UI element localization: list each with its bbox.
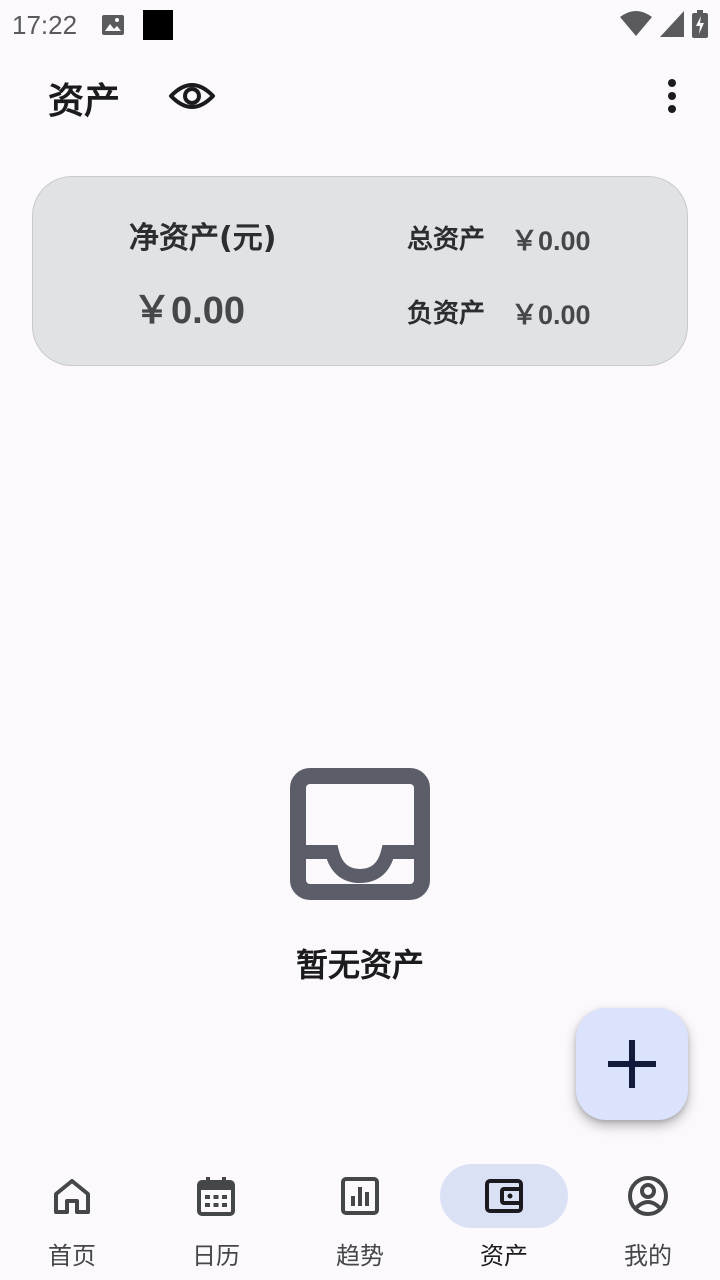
image-icon bbox=[102, 15, 125, 35]
net-assets-value: ￥0.00 bbox=[133, 290, 245, 332]
empty-state-text: 暂无资产 bbox=[295, 946, 424, 984]
eye-icon bbox=[169, 83, 215, 109]
nav-item-assets[interactable]: 资产 bbox=[432, 1164, 576, 1274]
signal-icon bbox=[660, 11, 684, 37]
bar-chart-icon bbox=[341, 1177, 379, 1215]
wallet-icon bbox=[485, 1179, 523, 1213]
total-assets-label: 总资产 bbox=[407, 225, 486, 255]
bottom-navigation: 首页 日历 趋势 资产 我的 bbox=[0, 1150, 720, 1280]
wifi-icon bbox=[620, 11, 652, 36]
status-bar: 17:22 bbox=[0, 0, 720, 50]
account-circle-icon bbox=[628, 1176, 668, 1216]
battery-charging-icon bbox=[692, 10, 708, 38]
total-assets-value: ￥0.00 bbox=[511, 226, 591, 256]
toggle-visibility-button[interactable] bbox=[166, 74, 218, 118]
nav-label-assets: 资产 bbox=[480, 1242, 528, 1270]
nav-item-trends[interactable]: 趋势 bbox=[288, 1164, 432, 1274]
net-assets-label: 净资产(元) bbox=[129, 221, 277, 256]
nav-label-trends: 趋势 bbox=[336, 1242, 384, 1270]
asset-summary-card: 净资产(元) ￥0.00 总资产 ￥0.00 负资产 ￥0.00 bbox=[32, 176, 688, 366]
nav-item-calendar[interactable]: 日历 bbox=[144, 1164, 288, 1274]
inbox-icon bbox=[290, 764, 430, 904]
nav-label-profile: 我的 bbox=[624, 1242, 672, 1270]
liabilities-value: ￥0.00 bbox=[511, 300, 591, 330]
plus-icon bbox=[608, 1040, 656, 1088]
calendar-icon bbox=[197, 1177, 235, 1216]
nav-item-profile[interactable]: 我的 bbox=[576, 1164, 720, 1274]
more-options-button[interactable] bbox=[652, 72, 692, 120]
nav-item-home[interactable]: 首页 bbox=[0, 1164, 144, 1274]
add-asset-button[interactable] bbox=[576, 1008, 688, 1120]
nav-label-home: 首页 bbox=[48, 1242, 96, 1270]
square-icon bbox=[143, 10, 174, 40]
top-app-bar: 资产 bbox=[0, 60, 720, 132]
liabilities-label: 负资产 bbox=[407, 299, 486, 329]
nav-label-calendar: 日历 bbox=[192, 1242, 240, 1270]
more-vert-icon bbox=[668, 79, 676, 113]
home-icon bbox=[54, 1179, 90, 1214]
page-title: 资产 bbox=[48, 81, 121, 122]
status-time: 17:22 bbox=[12, 9, 78, 40]
empty-state: 暂无资产 bbox=[0, 764, 720, 986]
